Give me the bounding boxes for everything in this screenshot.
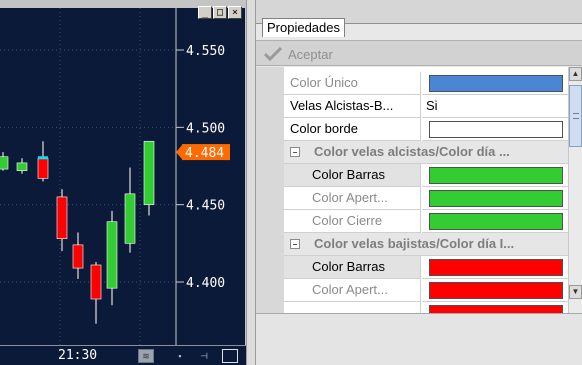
price-label: 4.550: [186, 44, 225, 59]
color-swatch[interactable]: [429, 213, 563, 230]
property-row[interactable]: Color Cierre: [256, 210, 568, 233]
property-name: [284, 302, 421, 313]
candle-body: [16, 162, 28, 171]
save-icon[interactable]: ▪: [172, 349, 188, 363]
grid-scrollbar[interactable]: ▲ ▼: [568, 67, 582, 313]
candle-body: [143, 140, 155, 205]
property-row[interactable]: Velas Alcistas-B... Si: [256, 95, 568, 118]
window-controls: _ □ ×: [198, 6, 242, 20]
chart-pane: 4.550 4.500 4.450 4.400 4.484 _ □ × 21:30 ≋ …: [0, 0, 246, 365]
property-name: Color Barras: [284, 256, 421, 279]
candle-body: [90, 264, 102, 300]
accept-label: Aceptar: [288, 46, 333, 62]
accept-button[interactable]: Aceptar: [264, 45, 333, 63]
candle-body: [124, 193, 136, 244]
minimize-button[interactable]: _: [198, 6, 212, 19]
property-value[interactable]: [422, 187, 568, 210]
properties-pane: Propiedades Aceptar Color Único Velas Alc…: [256, 0, 582, 365]
category-label: Color velas bajistas/Color día I...: [314, 236, 515, 251]
candle-highlight: [38, 156, 48, 160]
price-label: 4.400: [186, 276, 225, 291]
scroll-thumb[interactable]: [569, 85, 582, 147]
candle-body: [72, 244, 84, 269]
pane-splitter[interactable]: [246, 0, 256, 365]
time-axis: 21:30 ≋ ▪ ⊣: [0, 345, 246, 365]
maximize-button[interactable]: □: [213, 6, 227, 19]
close-button[interactable]: ×: [228, 6, 242, 19]
pin-icon[interactable]: ⊣: [196, 349, 212, 363]
property-name: Velas Alcistas-B...: [284, 95, 421, 118]
color-swatch[interactable]: [429, 121, 563, 138]
scroll-grip-icon: [573, 113, 579, 119]
property-value[interactable]: [422, 118, 568, 141]
collapse-icon[interactable]: [290, 147, 300, 157]
color-swatch[interactable]: [429, 190, 563, 207]
tab-properties[interactable]: Propiedades: [262, 18, 345, 37]
property-name: Color Apert...: [284, 187, 421, 210]
price-label: 4.500: [186, 121, 225, 136]
property-name: Color Único: [284, 72, 421, 95]
collapse-icon[interactable]: [290, 239, 300, 249]
property-grid: Color Único Velas Alcistas-B... Si Color bo…: [256, 67, 582, 313]
color-swatch[interactable]: [429, 75, 563, 92]
property-row[interactable]: Color Apert...: [256, 187, 568, 210]
checkmark-icon: [264, 47, 282, 61]
time-axis-label: 21:30: [58, 348, 98, 363]
current-price-arrow: [176, 145, 182, 160]
property-name: Color Apert...: [284, 279, 421, 302]
current-price-label: 4.484: [185, 146, 224, 161]
candle-body: [37, 157, 49, 179]
property-row[interactable]: [256, 302, 568, 313]
property-row[interactable]: Color Apert...: [256, 279, 568, 302]
property-value[interactable]: [422, 164, 568, 187]
property-value[interactable]: [422, 72, 568, 95]
panel-toggle-icon[interactable]: [222, 349, 238, 363]
category-label: Color velas alcistas/Color día ...: [314, 144, 510, 159]
category-row[interactable]: Color velas alcistas/Color día ...: [284, 141, 568, 164]
candle-body: [106, 221, 118, 289]
property-value[interactable]: [422, 210, 568, 233]
chart-canvas: 4.550 4.500 4.450 4.400 4.484: [0, 8, 230, 345]
property-row[interactable]: Color borde: [256, 118, 568, 141]
candle-body: [56, 196, 68, 239]
property-value[interactable]: [422, 279, 568, 302]
candlestick-chart[interactable]: 4.550 4.500 4.450 4.400 4.484: [0, 8, 245, 345]
color-swatch[interactable]: [429, 259, 563, 276]
property-name: Color Barras: [284, 164, 421, 187]
color-swatch[interactable]: [429, 305, 563, 313]
properties-toolbar: Aceptar: [256, 40, 582, 66]
property-row[interactable]: Color Barras: [256, 256, 568, 279]
property-value-text: Si: [426, 98, 438, 113]
scroll-down-button[interactable]: ▼: [569, 285, 582, 299]
property-value[interactable]: [422, 302, 568, 313]
property-value[interactable]: Si: [422, 95, 568, 118]
scroll-up-button[interactable]: ▲: [569, 67, 582, 81]
property-row[interactable]: Color Barras: [256, 164, 568, 187]
property-value[interactable]: [422, 256, 568, 279]
price-label: 4.450: [186, 199, 225, 214]
property-name: Color borde: [284, 118, 421, 141]
category-row[interactable]: Color velas bajistas/Color día I...: [284, 233, 568, 256]
property-name: Color Cierre: [284, 210, 421, 233]
candle-body: [0, 156, 9, 170]
color-swatch[interactable]: [429, 282, 563, 299]
property-row[interactable]: Color Único: [256, 72, 568, 95]
chart-settings-icon[interactable]: ≋: [138, 349, 154, 363]
description-area: [256, 313, 582, 365]
color-swatch[interactable]: [429, 167, 563, 184]
